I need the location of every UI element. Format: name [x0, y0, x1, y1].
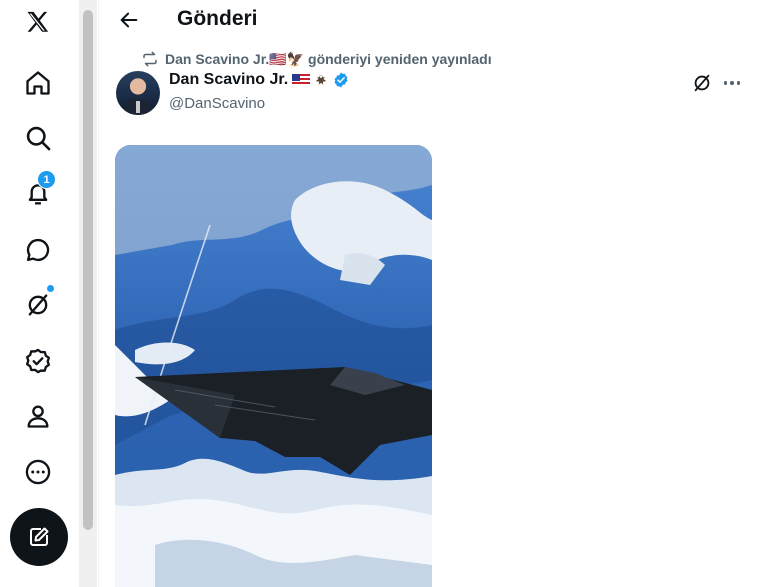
profile-icon[interactable] — [18, 396, 58, 436]
x-logo-icon[interactable] — [18, 3, 58, 43]
verified-icon[interactable] — [18, 341, 58, 381]
verified-badge-icon — [334, 72, 348, 88]
back-button[interactable] — [114, 5, 144, 35]
repost-indicator[interactable]: Dan Scavino Jr.🇺🇸🦅 gönderiyi yeniden yay… — [141, 50, 492, 68]
us-flag-icon — [292, 74, 311, 86]
notification-count-badge: 1 — [37, 170, 56, 189]
stealth-bomber-over-mountains-image — [115, 145, 432, 587]
eagle-icon — [315, 75, 327, 85]
grok-icon[interactable] — [691, 72, 713, 94]
grok-icon[interactable] — [18, 285, 58, 325]
search-icon[interactable] — [18, 118, 58, 158]
back-arrow-icon — [120, 12, 138, 28]
side-navigation: 1 — [0, 0, 78, 587]
avatar[interactable] — [116, 71, 160, 115]
scrollbar-thumb[interactable] — [83, 10, 93, 530]
more-icon[interactable] — [18, 452, 58, 492]
post-media-image[interactable] — [115, 145, 432, 587]
more-options-button[interactable] — [721, 72, 743, 94]
grok-new-dot — [47, 285, 54, 292]
repost-text: Dan Scavino Jr.🇺🇸🦅 gönderiyi yeniden yay… — [165, 50, 492, 67]
home-icon[interactable] — [18, 63, 58, 103]
main-column: Gönderi Dan Scavino Jr.🇺🇸🦅 gönderiyi yen… — [98, 0, 770, 587]
author-handle[interactable]: @DanScavino — [169, 95, 265, 112]
messages-icon[interactable] — [18, 230, 58, 270]
compose-button[interactable] — [10, 508, 68, 566]
page-title: Gönderi — [177, 7, 258, 30]
author-name: Dan Scavino Jr. — [169, 71, 289, 88]
author-name-row[interactable]: Dan Scavino Jr. — [169, 71, 350, 89]
notifications-icon[interactable]: 1 — [18, 170, 58, 214]
repost-icon — [143, 51, 157, 67]
compose-icon — [30, 527, 49, 546]
